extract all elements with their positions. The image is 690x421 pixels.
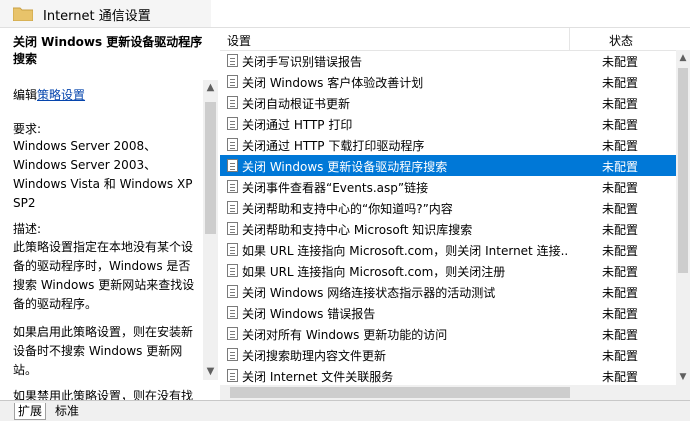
setting-state: 未配置	[602, 286, 639, 300]
scroll-thumb[interactable]	[205, 102, 216, 234]
setting-name: 关闭搜索助理内容文件更新	[242, 349, 387, 363]
setting-state: 未配置	[602, 181, 639, 195]
tab-standard[interactable]: 标准	[52, 403, 82, 419]
setting-state: 未配置	[602, 160, 639, 174]
table-row[interactable]: 关闭搜索助理内容文件更新 未配置	[220, 344, 690, 365]
policy-document-icon	[227, 138, 238, 151]
setting-name: 关闭通过 HTTP 下载打印驱动程序	[242, 139, 425, 153]
requirements-text: Windows Server 2008、 Windows Server 2003…	[13, 139, 193, 210]
table-row[interactable]: 关闭帮助和支持中心 Microsoft 知识库搜索 未配置	[220, 218, 690, 239]
setting-state: 未配置	[602, 370, 639, 384]
folder-icon	[13, 7, 33, 21]
policy-document-icon	[227, 201, 238, 214]
setting-name: 关闭对所有 Windows 更新功能的访问	[242, 328, 448, 342]
table-row[interactable]: 关闭 Internet 文件关联服务 未配置	[220, 365, 690, 386]
setting-state: 未配置	[602, 328, 639, 342]
table-row[interactable]: 关闭 Windows 客户体验改善计划 未配置	[220, 71, 690, 92]
table-row[interactable]: 关闭帮助和支持中心的“你知道吗?”内容 未配置	[220, 197, 690, 218]
setting-state: 未配置	[602, 202, 639, 216]
policy-document-icon	[227, 243, 238, 256]
scroll-down-icon[interactable]: ▼	[203, 364, 218, 380]
policy-document-icon	[227, 75, 238, 88]
policy-document-icon	[227, 264, 238, 277]
setting-name: 关闭自动根证书更新	[242, 97, 351, 111]
setting-state: 未配置	[602, 55, 639, 69]
setting-name: 关闭 Windows 错误报告	[242, 307, 376, 321]
header-bar: Internet 通信设置	[0, 0, 690, 28]
table-row[interactable]: 关闭通过 HTTP 下载打印驱动程序 未配置	[220, 134, 690, 155]
description-pane: 关闭 Windows 更新设备驱动程序搜索 编辑策略设置 要求: Windows…	[0, 28, 203, 400]
table-row[interactable]: 关闭对所有 Windows 更新功能的访问 未配置	[220, 323, 690, 344]
setting-state: 未配置	[602, 244, 639, 258]
description-label: 描述:	[13, 222, 42, 236]
table-row[interactable]: 关闭 Windows 更新设备驱动程序搜索 未配置	[220, 155, 690, 176]
policy-document-icon	[227, 285, 238, 298]
setting-name: 关闭 Windows 客户体验改善计划	[242, 76, 424, 90]
setting-state: 未配置	[602, 265, 639, 279]
setting-name: 关闭事件查看器“Events.asp”链接	[242, 181, 429, 195]
setting-name: 关闭帮助和支持中心 Microsoft 知识库搜索	[242, 223, 473, 237]
setting-state: 未配置	[602, 349, 639, 363]
setting-name: 关闭 Internet 文件关联服务	[242, 370, 394, 384]
list-rows: 关闭手写识别错误报告 未配置 关闭 Windows 客户体验改善计划 未配置 关闭自动根…	[220, 50, 690, 386]
policy-document-icon	[227, 117, 238, 130]
table-row[interactable]: 如果 URL 连接指向 Microsoft.com，则关闭 Internet 连…	[220, 239, 690, 260]
table-row[interactable]: 如果 URL 连接指向 Microsoft.com，则关闭注册 未配置	[220, 260, 690, 281]
setting-name: 关闭通过 HTTP 打印	[242, 118, 353, 132]
policy-document-icon	[227, 96, 238, 109]
tab-extended[interactable]: 扩展	[14, 403, 47, 420]
list-header: 设置 状态	[220, 28, 690, 51]
setting-name: 关闭手写识别错误报告	[242, 55, 363, 69]
column-state[interactable]: 状态	[609, 32, 633, 49]
setting-state: 未配置	[602, 76, 639, 90]
policy-document-icon	[227, 369, 238, 382]
policy-document-icon	[227, 327, 238, 340]
setting-state: 未配置	[602, 118, 639, 132]
scroll-thumb[interactable]	[678, 68, 688, 273]
description-text-3: 如果禁用此策略设置，则在没有找	[13, 389, 194, 400]
table-row[interactable]: 关闭通过 HTTP 打印 未配置	[220, 113, 690, 134]
setting-name: 关闭 Windows 更新设备驱动程序搜索	[242, 160, 448, 174]
setting-state: 未配置	[602, 307, 639, 321]
policy-document-icon	[227, 159, 238, 172]
setting-name: 如果 URL 连接指向 Microsoft.com，则关闭 Internet 连…	[242, 244, 567, 258]
table-row[interactable]: 关闭 Windows 网络连接状态指示器的活动测试 未配置	[220, 281, 690, 302]
setting-state: 未配置	[602, 223, 639, 237]
policy-title: 关闭 Windows 更新设备驱动程序搜索	[13, 35, 203, 66]
policy-document-icon	[227, 180, 238, 193]
policy-document-icon	[227, 222, 238, 235]
description-text: 此策略设置指定在本地没有某个设 备的驱动程序时，Windows 是否 搜索 Wi…	[13, 240, 195, 311]
setting-name: 如果 URL 连接指向 Microsoft.com，则关闭注册	[242, 265, 506, 279]
scroll-up-icon[interactable]: ▲	[676, 50, 690, 66]
policy-document-icon	[227, 54, 238, 67]
horizontal-scrollbar[interactable]	[220, 385, 690, 400]
setting-state: 未配置	[602, 139, 639, 153]
setting-name: 关闭帮助和支持中心的“你知道吗?”内容	[242, 202, 453, 216]
description-text-2: 如果启用此策略设置，则在安装新 设备时不搜索 Windows 更新网 站。	[13, 325, 194, 377]
table-row[interactable]: 关闭事件查看器“Events.asp”链接 未配置	[220, 176, 690, 197]
edit-policy-link[interactable]: 策略设置	[37, 88, 85, 102]
hscroll-thumb[interactable]	[230, 387, 570, 398]
category-title: Internet 通信设置	[43, 9, 151, 24]
setting-state: 未配置	[602, 97, 639, 111]
table-row[interactable]: 关闭手写识别错误报告 未配置	[220, 50, 690, 71]
view-tabs: 扩展 标准	[0, 400, 690, 421]
edit-line: 编辑策略设置	[13, 88, 86, 102]
table-row[interactable]: 关闭自动根证书更新 未配置	[220, 92, 690, 113]
table-row[interactable]: 关闭 Windows 错误报告 未配置	[220, 302, 690, 323]
scroll-up-icon[interactable]: ▲	[203, 80, 218, 96]
setting-name: 关闭 Windows 网络连接状态指示器的活动测试	[242, 286, 496, 300]
policy-document-icon	[227, 306, 238, 319]
description-scrollbar[interactable]: ▲ ▼	[203, 80, 218, 380]
list-scrollbar[interactable]: ▲ ▼	[676, 50, 690, 385]
scroll-down-icon[interactable]: ▼	[676, 369, 690, 385]
column-setting[interactable]: 设置	[227, 32, 251, 49]
policy-document-icon	[227, 348, 238, 361]
settings-list: 设置 状态 关闭手写识别错误报告 未配置 关闭 Windows 客户体验改善计划 未配…	[220, 28, 690, 400]
